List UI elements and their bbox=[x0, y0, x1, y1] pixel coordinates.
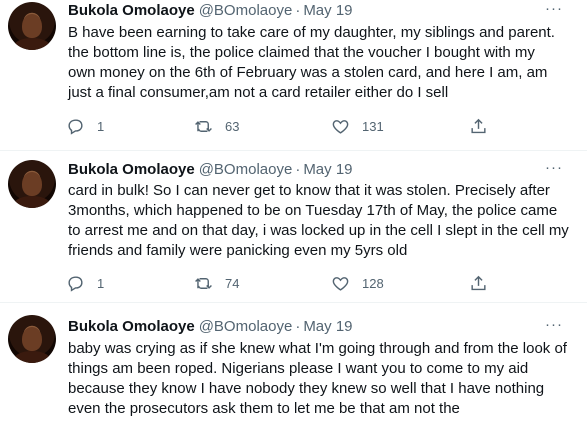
tweet[interactable]: Bukola Omolaoye @BOmolaoye · May 19 ··· bab… bbox=[0, 303, 587, 426]
tweet-text-line: just a final consumer,am not a card reta… bbox=[68, 84, 449, 101]
retweet-icon bbox=[195, 120, 212, 132]
tweet-actions: 1 74 128 bbox=[58, 273, 498, 293]
like-button[interactable]: 131 bbox=[331, 116, 384, 136]
tweet-text-line: friends and family were panicking even m… bbox=[68, 242, 408, 259]
avatar[interactable] bbox=[8, 315, 56, 363]
retweet-button[interactable]: 74 bbox=[194, 273, 239, 293]
tweet-actions: 1 63 131 bbox=[58, 116, 498, 136]
share-button[interactable] bbox=[469, 273, 488, 293]
tweet-date[interactable]: May 19 bbox=[303, 318, 352, 335]
tweet-text-line: B have been earning to take care of my d… bbox=[68, 24, 555, 41]
avatar[interactable] bbox=[8, 160, 56, 208]
avatar-face bbox=[22, 327, 42, 351]
tweet-text: baby was crying as if she knew what I'm … bbox=[68, 339, 578, 419]
avatar-face bbox=[22, 172, 42, 196]
like-count: 131 bbox=[362, 118, 384, 134]
author-handle[interactable]: @BOmolaoye bbox=[199, 161, 293, 178]
tweet-text-line: to arrest me and on that day, i was lock… bbox=[68, 222, 569, 239]
tweet-text: B have been earning to take care of my d… bbox=[68, 23, 578, 103]
like-button[interactable]: 128 bbox=[331, 273, 384, 293]
tweet-date[interactable]: May 19 bbox=[303, 2, 352, 19]
avatar-shirt bbox=[14, 351, 50, 363]
tweet-text-line: things am been roped. Nigerians please I… bbox=[68, 360, 529, 377]
tweet-text-line: even the prosecutors ask them to let me … bbox=[68, 400, 460, 417]
heart-icon bbox=[332, 119, 349, 134]
retweet-count: 63 bbox=[225, 118, 240, 134]
tweet-text-line: because they know I have nobody they kne… bbox=[68, 380, 545, 397]
share-icon bbox=[471, 275, 486, 290]
author-name[interactable]: Bukola Omolaoye bbox=[68, 318, 195, 335]
author-name[interactable]: Bukola Omolaoye bbox=[68, 2, 195, 19]
author-handle[interactable]: @BOmolaoye bbox=[199, 318, 293, 335]
share-icon bbox=[471, 118, 486, 133]
reply-count: 1 bbox=[97, 118, 105, 134]
separator-dot: · bbox=[295, 2, 301, 19]
tweet-header: Bukola Omolaoye @BOmolaoye · May 19 ··· bbox=[68, 317, 575, 337]
tweet-text-line: own money on the 6th of February was a s… bbox=[68, 64, 548, 81]
tweet-text-line: card in bulk! So I can never get to know… bbox=[68, 182, 550, 199]
retweet-button[interactable]: 63 bbox=[194, 116, 239, 136]
avatar[interactable] bbox=[8, 2, 56, 50]
retweet-count: 74 bbox=[225, 275, 240, 291]
author-name[interactable]: Bukola Omolaoye bbox=[68, 161, 195, 178]
tweet-header: Bukola Omolaoye @BOmolaoye · May 19 ··· bbox=[68, 160, 575, 180]
heart-icon bbox=[332, 276, 349, 291]
reply-button[interactable]: 1 bbox=[66, 116, 104, 136]
reply-button[interactable]: 1 bbox=[66, 273, 104, 293]
avatar-face bbox=[22, 14, 42, 38]
author-handle[interactable]: @BOmolaoye bbox=[199, 2, 293, 19]
tweet[interactable]: Bukola Omolaoye @BOmolaoye · May 19 ··· B h… bbox=[0, 0, 587, 151]
avatar-shirt bbox=[14, 38, 50, 50]
like-count: 128 bbox=[362, 275, 384, 291]
reply-icon bbox=[68, 118, 83, 135]
tweet-text-line: the bottom line is, the police claimed t… bbox=[68, 44, 535, 61]
tweet-text-line: 3months, which happened to be on Tuesday… bbox=[68, 202, 558, 219]
separator-dot: · bbox=[295, 318, 301, 335]
tweet-date[interactable]: May 19 bbox=[303, 161, 352, 178]
share-button[interactable] bbox=[469, 116, 488, 136]
reply-icon bbox=[68, 275, 83, 292]
tweet-text: card in bulk! So I can never get to know… bbox=[68, 181, 578, 261]
more-options-icon[interactable]: ··· bbox=[545, 160, 563, 176]
tweet-text-line: baby was crying as if she knew what I'm … bbox=[68, 340, 567, 357]
reply-count: 1 bbox=[97, 275, 105, 291]
more-options-icon[interactable]: ··· bbox=[545, 1, 563, 17]
tweet-header: Bukola Omolaoye @BOmolaoye · May 19 ··· bbox=[68, 1, 575, 21]
separator-dot: · bbox=[295, 161, 301, 178]
retweet-icon bbox=[195, 277, 212, 289]
avatar-shirt bbox=[14, 196, 50, 208]
tweet[interactable]: Bukola Omolaoye @BOmolaoye · May 19 ··· car… bbox=[0, 151, 587, 303]
more-options-icon[interactable]: ··· bbox=[545, 317, 563, 333]
